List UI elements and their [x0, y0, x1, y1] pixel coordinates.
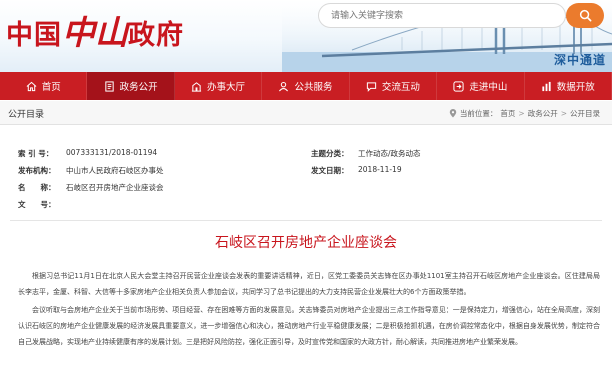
- logo-text-china: 中国: [6, 20, 62, 51]
- home-icon: [26, 81, 37, 91]
- nav-item-government-affairs[interactable]: 政务公开: [87, 72, 175, 100]
- nav-item-label: 交流互动: [381, 82, 420, 93]
- divider: [10, 220, 602, 221]
- date-label: 发文日期：: [311, 166, 349, 175]
- logo-text-government: 政府: [128, 20, 184, 51]
- article-body: 根据习总书记11月1日在北京人民大会堂主持召开民营企业座谈会发表的重要讲话精神，…: [18, 268, 600, 352]
- search-box: [318, 3, 566, 28]
- nav-item-label: 首页: [41, 82, 61, 93]
- meta-row: 发布机构： 中山市人民政府石岐区办事处 发文日期： 2018-11-19: [18, 165, 598, 182]
- meta-row: 名 称： 石岐区召开房地产企业座谈会: [18, 182, 598, 199]
- chart-icon: [542, 81, 551, 91]
- name-label: 名 称：: [18, 183, 56, 192]
- meta-row: 索 引 号： 007333131/2018-01194 主题分类： 工作动态/政…: [18, 148, 598, 165]
- enter-icon: [453, 80, 464, 92]
- date-value: 2018-11-19: [358, 165, 402, 174]
- banner-slogan: 深中通道: [553, 53, 606, 67]
- issuer-label: 发布机构：: [18, 166, 56, 175]
- site-logo[interactable]: 中国中山政府: [6, 6, 184, 54]
- document-icon: [104, 80, 114, 92]
- nav-item-home[interactable]: 首页: [0, 72, 88, 100]
- docno-label: 文 号：: [18, 200, 56, 209]
- nav-item-label: 走进中山: [469, 82, 508, 93]
- nav-item-open-data[interactable]: 数据开放: [525, 72, 612, 100]
- nav-item-label: 公共服务: [294, 82, 333, 93]
- breadcrumb-link-affairs[interactable]: 政务公开: [528, 108, 558, 119]
- breadcrumb-link-catalog[interactable]: 公开目录: [570, 108, 600, 119]
- breadcrumb-bar: 公开目录 当前位置： 首页 > 政务公开 > 公开目录: [0, 101, 612, 125]
- index-label: 索 引 号：: [18, 149, 54, 158]
- section-title: 公开目录: [8, 110, 45, 120]
- article-title: 石岐区召开房地产企业座谈会: [215, 235, 397, 251]
- index-value: 007333131/2018-01194: [66, 148, 158, 157]
- chat-icon: [366, 81, 377, 92]
- nav-item-service-hall[interactable]: 办事大厅: [175, 72, 263, 100]
- article-paragraph: 会议听取与会房地产企业关于当前市场形势、项目经营、存在困难等方面的发展意见。关志…: [18, 306, 600, 346]
- location-icon: [449, 109, 457, 118]
- nav-item-label: 办事大厅: [207, 82, 246, 93]
- nav-item-label: 数据开放: [556, 82, 595, 93]
- article-paragraph: 根据习总书记11月1日在北京人民大会堂主持召开民营企业座谈会发表的重要讲话精神，…: [18, 272, 600, 296]
- breadcrumb-separator: >: [518, 109, 525, 118]
- breadcrumb-separator: >: [560, 109, 567, 118]
- user-service-icon: [279, 81, 289, 91]
- issuer-value: 中山市人民政府石岐区办事处: [66, 166, 164, 175]
- nav-item-label: 政务公开: [119, 82, 158, 93]
- name-value: 石岐区召开房地产企业座谈会: [66, 183, 164, 192]
- breadcrumb-link-home[interactable]: 首页: [500, 108, 515, 119]
- search-icon: [579, 9, 591, 22]
- search-input[interactable]: [331, 8, 521, 24]
- nav-item-interaction[interactable]: 交流互动: [350, 72, 438, 100]
- logo-text-zhongshan: 中山: [62, 13, 128, 52]
- main-nav: 首页 政务公开 办事大厅 公共服务 交流互动 走进中山 数据开放: [0, 72, 612, 100]
- nav-item-about-zhongshan[interactable]: 走进中山: [437, 72, 525, 100]
- category-label: 主题分类：: [311, 149, 349, 158]
- building-icon: [191, 81, 202, 92]
- meta-row: 文 号：: [18, 199, 598, 216]
- search-button[interactable]: [566, 3, 604, 28]
- breadcrumb: 当前位置： 首页 > 政务公开 > 公开目录: [449, 108, 600, 119]
- document-meta: 索 引 号： 007333131/2018-01194 主题分类： 工作动态/政…: [18, 148, 598, 216]
- nav-item-public-service[interactable]: 公共服务: [262, 72, 350, 100]
- breadcrumb-prefix: 当前位置：: [459, 109, 498, 118]
- category-value: 工作动态/政务动态: [358, 149, 421, 158]
- site-header: 中国中山政府 深中通道: [0, 0, 612, 72]
